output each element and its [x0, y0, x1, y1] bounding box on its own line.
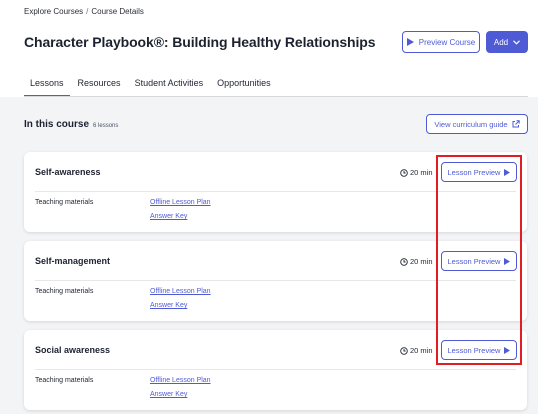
- card-divider: [35, 369, 516, 370]
- breadcrumb: Explore Courses / Course Details: [24, 7, 144, 16]
- tab-student-activities[interactable]: Student Activities: [135, 78, 204, 97]
- offline-lesson-plan-link[interactable]: Offline Lesson Plan: [150, 288, 211, 295]
- offline-lesson-plan-link[interactable]: Offline Lesson Plan: [150, 377, 211, 384]
- breadcrumb-course-details: Course Details: [91, 7, 144, 16]
- lesson-preview-button[interactable]: Lesson Preview: [441, 251, 517, 271]
- lesson-title: Self-awareness: [35, 167, 101, 177]
- external-link-icon: [512, 120, 520, 128]
- teaching-materials-label: Teaching materials: [35, 377, 94, 384]
- card-divider: [35, 191, 516, 192]
- chevron-down-icon: [513, 39, 521, 45]
- lesson-duration: 20 min: [400, 168, 433, 177]
- page-header: Explore Courses / Course Details Character…: [0, 0, 538, 97]
- lesson-card: Social awareness 20 min Lesson Preview T…: [24, 330, 527, 410]
- answer-key-link[interactable]: Answer Key: [150, 302, 187, 309]
- curriculum-guide-label: View curriculum guide: [434, 119, 508, 129]
- answer-key-link[interactable]: Answer Key: [150, 213, 187, 220]
- lesson-preview-label: Lesson Preview: [447, 256, 501, 266]
- teaching-materials-label: Teaching materials: [35, 288, 94, 295]
- lesson-title: Self-management: [35, 256, 111, 266]
- play-icon: [504, 257, 511, 265]
- play-icon: [406, 38, 414, 46]
- play-icon: [504, 346, 511, 354]
- lesson-preview-button[interactable]: Lesson Preview: [441, 162, 517, 182]
- lesson-preview-label: Lesson Preview: [447, 167, 501, 177]
- duration-label: 20 min: [410, 257, 433, 266]
- add-button[interactable]: Add: [486, 31, 528, 53]
- breadcrumb-separator: /: [86, 7, 89, 16]
- offline-lesson-plan-link[interactable]: Offline Lesson Plan: [150, 199, 211, 206]
- view-curriculum-guide-button[interactable]: View curriculum guide: [426, 114, 528, 134]
- add-label: Add: [493, 37, 509, 47]
- lesson-duration: 20 min: [400, 257, 433, 266]
- duration-label: 20 min: [410, 346, 433, 355]
- lesson-preview-label: Lesson Preview: [447, 345, 501, 355]
- preview-course-label: Preview Course: [418, 37, 476, 47]
- duration-label: 20 min: [410, 168, 433, 177]
- tab-opportunities[interactable]: Opportunities: [217, 78, 271, 97]
- breadcrumb-explore-courses[interactable]: Explore Courses: [24, 7, 83, 16]
- preview-course-button[interactable]: Preview Course: [402, 31, 480, 53]
- play-icon: [504, 168, 511, 176]
- clock-icon: [400, 346, 408, 355]
- lesson-title: Social awareness: [35, 345, 111, 355]
- tab-divider: [24, 96, 528, 97]
- course-heading-label: In this course: [24, 119, 90, 130]
- tab-resources[interactable]: Resources: [78, 78, 121, 97]
- tab-bar: Lessons Resources Student Activities Opp…: [24, 78, 285, 97]
- clock-icon: [400, 168, 408, 177]
- card-divider: [35, 280, 516, 281]
- page-title: Character Playbook®: Building Healthy Re…: [24, 34, 376, 50]
- lesson-preview-button[interactable]: Lesson Preview: [441, 340, 517, 360]
- lesson-card: Self-management 20 min Lesson Preview Te…: [24, 241, 527, 321]
- lesson-duration: 20 min: [400, 346, 433, 355]
- lesson-count-badge: 6 lessons: [93, 123, 119, 129]
- tab-lessons[interactable]: Lessons: [24, 78, 69, 97]
- lesson-card: Self-awareness 20 min Lesson Preview Tea…: [24, 152, 527, 232]
- course-section-heading: In this course 6 lessons: [24, 119, 118, 130]
- clock-icon: [400, 257, 408, 266]
- teaching-materials-label: Teaching materials: [35, 199, 94, 206]
- answer-key-link[interactable]: Answer Key: [150, 391, 187, 398]
